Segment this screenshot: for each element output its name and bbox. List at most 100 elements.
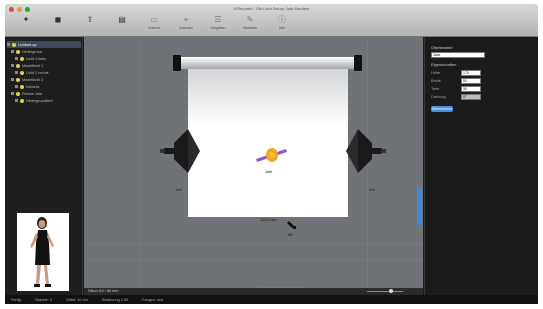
bottom-bar-item: Skalierung 1:50 [101,297,129,302]
properties-section-title: Objektname [431,45,453,50]
camera-label: f/8 [288,232,293,237]
toolbar: ✦ ◼ ⇪ ▤ ▭ Ansicht ⌖ Auswahl ☰ Vorgaben ✎ Hinweise ⓘ I… [11,16,297,36]
visibility-icon[interactable] [11,78,14,81]
toolbar-button-label: Hinweise [242,26,258,30]
property-value-field[interactable]: 170 [461,70,481,76]
property-value-field[interactable]: 30 [461,86,481,92]
bottom-bar-item: Fangen: aus [142,297,164,302]
app-window: A Reporter - Ein Licht Set-up Jule-Sande… [5,4,538,304]
bulb-icon [16,91,20,96]
tree-item-label: Kamera [26,84,40,89]
view-icon: ▭ [150,15,158,24]
print-icon: ▤ [118,15,126,24]
visibility-icon[interactable] [7,43,10,46]
visibility-icon[interactable] [15,57,18,60]
toolbar-button-label: Vorgaben [210,26,226,30]
property-row: Tiefe 30 [431,85,532,93]
lighting-canvas[interactable]: 2/4 2/4 Jule 120,0 cm f/8 [84,37,423,288]
tree-item-label: Lichtset-up [18,42,37,47]
light-right-label: 2/4 [369,187,375,192]
bottom-bar-item: Fertig [11,297,21,302]
toolbar-button-presets[interactable]: ☰ Vorgaben [203,16,233,36]
model-photo-image [17,213,69,291]
tree-item-label: Hintergrundlicht [26,98,53,103]
toolbar-button-camera-add[interactable]: ◼ [43,16,73,36]
tree-item[interactable]: Lichtset-up [7,41,81,48]
property-label: Tiefe [431,87,440,91]
tree-item[interactable]: Hintergrund [7,48,81,55]
tree-item-label: Licht 1 links [26,56,46,61]
toolbar-button-label: Ansicht [148,26,160,30]
status-text: Nikon D3 / 85 mm [88,289,119,293]
toolbar-button-label: Auswahl [179,26,193,30]
model-preview [17,213,69,291]
property-label: Höhe [431,71,441,75]
light-left-label: 2/4 [176,187,182,192]
subject-label: Jule [265,169,273,174]
canvas-status-bar: Nikon D3 / 85 mm [84,288,423,295]
tree-item[interactable]: Person Jule [7,90,81,97]
zoom-slider[interactable] [367,291,403,292]
properties-panel: Objektname Jule Eigenschaften Höhe 170 Bre… [424,37,538,295]
distance-label: 120,0 cm [260,217,277,222]
light-left-icon[interactable] [160,129,200,173]
camera-add-icon: ◼ [54,15,62,24]
light-right-icon[interactable] [346,129,386,173]
properties-subsection-title: Eigenschaften [431,62,457,67]
vertical-scrollbar[interactable] [417,187,422,225]
toolbar-button-light-add[interactable]: ✦ [11,16,41,36]
tree-item[interactable]: Licht 2 rechts [7,69,81,76]
apply-button[interactable]: Übernehmen [431,106,453,112]
toolbar-button-info[interactable]: ⓘ Info [267,16,297,36]
visibility-icon[interactable] [15,71,18,74]
visibility-icon[interactable] [15,85,18,88]
tree-item[interactable]: Hintergrundlicht [7,97,81,104]
bulb-icon [20,56,24,61]
tree-item[interactable]: Modelllicht 2 [7,76,81,83]
tree-item-label: Modelllicht 1 [22,63,44,68]
camera-icon[interactable] [287,220,297,230]
tree-item[interactable]: Kamera [7,83,81,90]
export-icon: ⇪ [86,15,94,24]
scene-tree: Lichtset-up Hintergrund Licht 1 links Model… [7,41,81,104]
toolbar-button-export[interactable]: ⇪ [75,16,105,36]
toolbar-button-view[interactable]: ▭ Ansicht [139,16,169,36]
visibility-icon[interactable] [11,92,14,95]
tree-item-label: Person Jule [22,91,43,96]
property-fields: Höhe 170 Breite 50 Tiefe 30 Drehung 0° [431,69,532,101]
property-value-field[interactable]: 50 [461,78,481,84]
info-icon: ⓘ [278,15,286,24]
tree-item[interactable]: Modelllicht 1 [7,62,81,69]
select-icon: ⌖ [183,15,189,24]
bottom-bar-item: Objekte: 9 [34,297,53,302]
scene-tree-panel: Lichtset-up Hintergrund Licht 1 links Model… [5,37,83,295]
property-label: Breite [431,79,441,83]
toolbar-button-print[interactable]: ▤ [107,16,137,36]
property-value-field[interactable]: 0° [461,94,481,100]
visibility-icon[interactable] [15,99,18,102]
subject-icon[interactable] [254,141,288,167]
notes-icon: ✎ [246,15,254,24]
property-row: Drehung 0° [431,93,532,101]
zoom-slider-handle[interactable] [389,289,393,293]
window-chrome: A Reporter - Ein Licht Set-up Jule-Sande… [5,4,538,37]
bulb-icon [20,70,24,75]
tree-item[interactable]: Licht 1 links [7,55,81,62]
grid-line [140,37,141,288]
toolbar-button-notes[interactable]: ✎ Hinweise [235,16,265,36]
backdrop-stand-right [354,55,362,71]
grid-line [84,243,423,244]
bulb-icon [16,63,20,68]
bottom-bar-item: Gitter: 10 cm [66,297,88,302]
property-label: Drehung [431,95,446,99]
bulb-icon [16,77,20,82]
toolbar-button-select[interactable]: ⌖ Auswahl [171,16,201,36]
object-name-field[interactable]: Jule [431,52,485,58]
grid-line [84,259,423,260]
visibility-icon[interactable] [11,64,14,67]
backdrop-roll[interactable] [176,57,358,69]
presets-icon: ☰ [214,15,222,24]
bulb-icon [20,84,24,89]
visibility-icon[interactable] [11,50,14,53]
tree-item-label: Modelllicht 2 [22,77,44,82]
